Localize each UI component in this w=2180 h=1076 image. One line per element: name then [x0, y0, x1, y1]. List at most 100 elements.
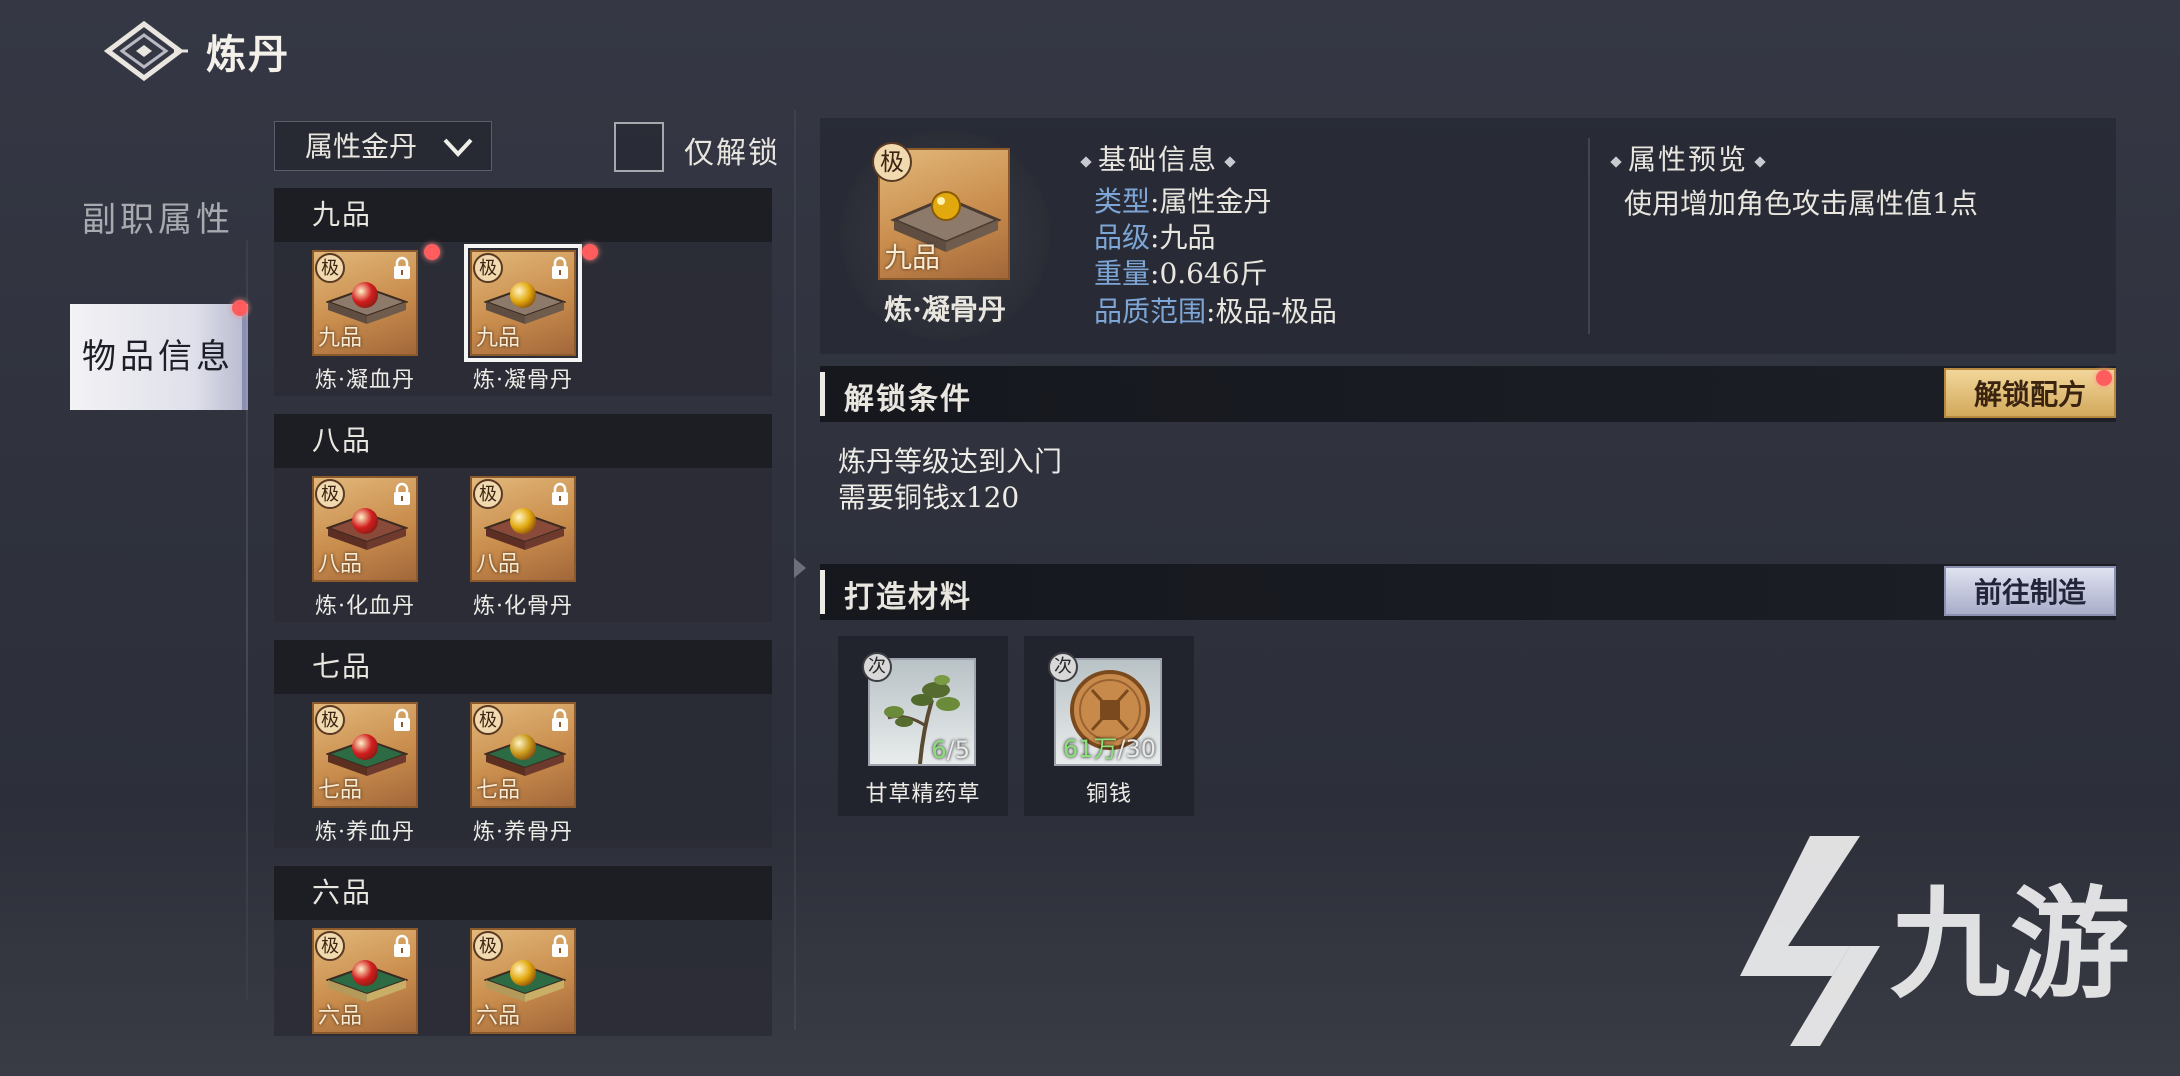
unlock-condition-1: 炼丹等级达到入门	[838, 445, 1063, 478]
preview-title-text: 属性预览	[1628, 143, 1749, 176]
collapse-arrow-icon[interactable]	[794, 558, 806, 578]
diamond-bullet-icon	[1080, 155, 1092, 168]
lock-icon	[394, 708, 410, 731]
material-count: 61万/30	[1062, 735, 1156, 763]
lock-icon	[552, 482, 568, 505]
category-dropdown[interactable]: 属性金丹	[274, 121, 492, 171]
recipe-item-icon[interactable]: 极九品	[312, 250, 418, 356]
lock-icon	[394, 934, 410, 957]
page-title: 炼丹	[206, 31, 290, 78]
lock-icon	[394, 256, 410, 279]
unlock-section-bar: 解锁条件 解锁配方	[820, 366, 2116, 422]
lock-icon	[552, 934, 568, 957]
tab-item-info[interactable]: 物品信息	[70, 304, 248, 410]
grade-badge: 极	[315, 705, 345, 735]
unlock-button-red-dot	[2096, 370, 2112, 386]
rank-text: 七品	[476, 778, 521, 803]
tab-sub-attributes[interactable]: 副职属性	[70, 192, 246, 241]
jiuyou-watermark: 九游	[1700, 826, 2160, 1056]
jiuyou-logo-icon: 九游	[1740, 836, 2130, 1046]
recipe-item-name: 炼·养血丹	[315, 820, 415, 845]
pill-icon	[510, 734, 536, 760]
dropdown-value: 属性金丹	[305, 130, 418, 163]
pill-icon	[352, 734, 378, 760]
material-need: 30	[1125, 735, 1156, 763]
recipe-item-icon[interactable]: 极八品	[470, 476, 576, 582]
grade-badge: 极	[315, 931, 345, 961]
recipe-item-icon[interactable]: 极七品	[470, 702, 576, 808]
rank-text: 六品	[318, 1004, 363, 1029]
unlocked-only-label: 仅解锁	[684, 136, 780, 171]
lock-icon	[394, 482, 410, 505]
diamond-bullet-icon	[1224, 155, 1236, 168]
lock-icon	[552, 256, 568, 279]
grade-badge: 极	[473, 705, 503, 735]
recipe-item-name: 炼·凝骨丹	[473, 368, 573, 393]
info-rank: 品级:九品	[1094, 221, 1216, 254]
unlock-condition-2: 需要铜钱x120	[838, 481, 1020, 514]
info-rank-key: 品级	[1094, 221, 1151, 254]
item-grade-badge: 极	[872, 142, 912, 182]
basic-info-title: 基础信息	[1074, 138, 1242, 178]
diamond-back-icon	[103, 20, 188, 82]
lock-icon	[552, 708, 568, 731]
go-craft-button[interactable]: 前往制造	[1944, 566, 2116, 616]
info-quality-key: 品质范围	[1094, 295, 1207, 328]
basic-info-title-text: 基础信息	[1098, 143, 1219, 176]
pill-icon	[352, 282, 378, 308]
material-count: 6/5	[931, 736, 970, 764]
recipe-group: 九品极九品 炼·凝血丹极九品 炼·凝骨丹	[274, 188, 772, 396]
unlock-recipe-button[interactable]: 解锁配方	[1944, 368, 2116, 418]
back-button[interactable]	[103, 18, 190, 84]
info-type-value: 属性金丹	[1159, 185, 1272, 218]
diamond-bullet-icon	[1610, 155, 1622, 168]
recipe-group-title: 八品	[274, 414, 772, 468]
recipe-group-title: 九品	[274, 188, 772, 242]
recipe-item-name: 炼·化血丹	[315, 594, 415, 619]
info-rank-value: 九品	[1159, 221, 1216, 254]
material-have: 6	[931, 736, 947, 764]
chevron-down-icon	[443, 138, 473, 157]
grade-badge: 极	[315, 479, 345, 509]
material-name: 甘草精药草	[865, 782, 981, 807]
info-weight: 重量:0.646斤	[1094, 257, 1268, 290]
material-card[interactable]: 6/5 次 甘草精药草	[838, 636, 1008, 816]
unlocked-only-checkbox[interactable]	[614, 122, 664, 172]
material-have: 61万	[1062, 735, 1118, 763]
grade-badge: 极	[473, 479, 503, 509]
recipe-group-title: 七品	[274, 640, 772, 694]
unlock-title: 解锁条件	[844, 382, 972, 417]
pill-icon	[510, 960, 536, 986]
recipe-item-icon[interactable]: 极六品	[312, 928, 418, 1034]
preview-title: 属性预览	[1604, 138, 1772, 178]
recipe-item-name: 炼·凝血丹	[315, 368, 415, 393]
watermark-text: 九游	[1890, 876, 2130, 1015]
recipe-list[interactable]: 九品极九品 炼·凝血丹极九品 炼·凝骨丹 八品极八品 炼·化血丹极八品 炼·化骨丹 七品极七…	[274, 188, 772, 1036]
recipe-item-name: 炼·化骨丹	[473, 594, 573, 619]
material-name: 铜钱	[1085, 782, 1132, 807]
preview-text: 使用增加角色攻击属性值1点	[1624, 187, 1978, 220]
rank-text: 九品	[476, 326, 521, 351]
rank-text: 九品	[318, 326, 363, 351]
recipe-item-icon[interactable]: 极六品	[470, 928, 576, 1034]
info-weight-key: 重量	[1094, 257, 1151, 290]
rank-text: 六品	[476, 1004, 521, 1029]
info-type-key: 类型	[1094, 185, 1151, 218]
materials-section-bar: 打造材料 前往制造	[820, 564, 2116, 620]
recipe-item-icon[interactable]: 极九品	[464, 244, 582, 362]
recipe-group: 七品极七品 炼·养血丹极七品 炼·养骨丹	[274, 640, 772, 848]
material-grade-badge: 次	[862, 652, 892, 682]
recipe-red-dot	[424, 244, 440, 260]
recipe-group: 六品极六品极六品	[274, 866, 772, 1036]
recipe-item-icon[interactable]: 极七品	[312, 702, 418, 808]
recipe-item-icon[interactable]: 极八品	[312, 476, 418, 582]
pill-icon	[352, 960, 378, 986]
pill-icon	[352, 508, 378, 534]
material-card[interactable]: 61万/30 次 铜钱	[1024, 636, 1194, 816]
info-separator	[1588, 138, 1590, 334]
grade-badge: 极	[473, 931, 503, 961]
rank-text: 八品	[476, 552, 521, 577]
info-weight-value: 0.646斤	[1159, 257, 1268, 290]
info-quality: 品质范围:极品-极品	[1094, 295, 1337, 328]
diamond-bullet-icon	[1754, 155, 1766, 168]
